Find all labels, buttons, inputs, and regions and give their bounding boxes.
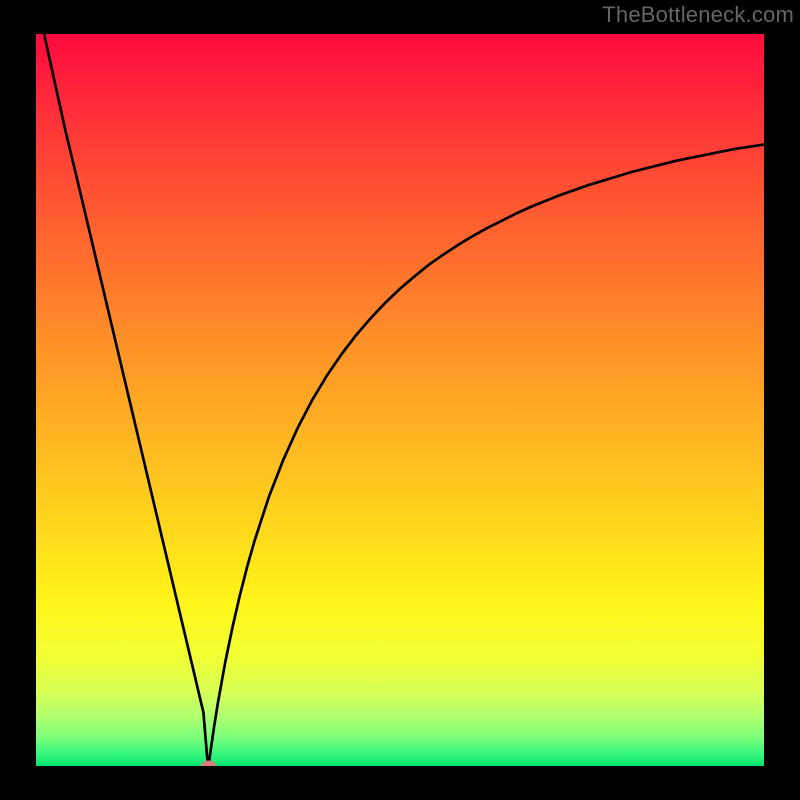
- gradient-background: [36, 34, 764, 766]
- chart-frame: TheBottleneck.com: [0, 0, 800, 800]
- watermark-text: TheBottleneck.com: [602, 2, 794, 28]
- plot-area: [36, 34, 764, 766]
- bottleneck-chart: [36, 34, 764, 766]
